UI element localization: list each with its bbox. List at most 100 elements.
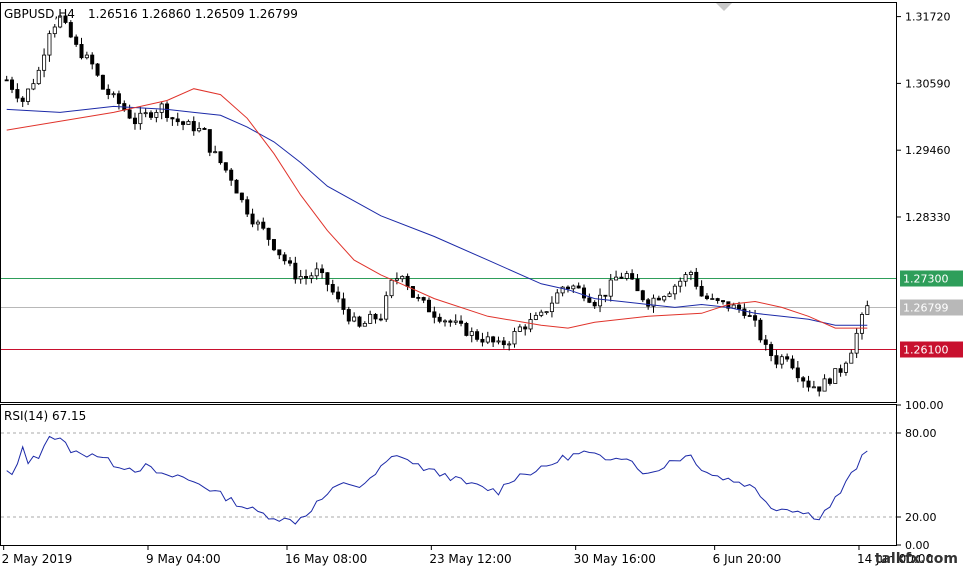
- candle-body: [443, 320, 448, 323]
- candle-body: [753, 315, 758, 321]
- level-tag-label: 1.27300: [903, 273, 949, 286]
- candle-body: [678, 280, 683, 287]
- candle-body: [127, 109, 132, 119]
- candle-body: [453, 320, 458, 323]
- candle-body: [389, 279, 394, 297]
- candle-body: [763, 339, 768, 345]
- time-tick-label: 23 May 12:00: [429, 552, 511, 566]
- candle-body: [619, 276, 624, 279]
- candle-body: [624, 273, 629, 279]
- candle-body: [15, 89, 20, 99]
- candle-body: [207, 129, 212, 153]
- time-tick-label: 6 Jun 20:00: [713, 552, 782, 566]
- candle-body: [36, 69, 41, 85]
- candle-body: [811, 386, 816, 389]
- candle-body: [84, 54, 89, 59]
- candle-body: [795, 367, 800, 379]
- candle-body: [683, 274, 688, 282]
- candle-body: [747, 315, 752, 317]
- candle-body: [31, 83, 36, 90]
- candle-body: [485, 336, 490, 343]
- candle-body: [480, 338, 485, 343]
- candle-body: [603, 294, 608, 297]
- candle-body: [416, 297, 421, 299]
- candle-body: [827, 378, 832, 384]
- candle-body: [90, 54, 95, 65]
- candle-body: [325, 272, 330, 285]
- rsi-tick-label: 20.00: [905, 511, 937, 524]
- candle-body: [229, 169, 234, 181]
- chart-canvas[interactable]: GBPUSD,H4 1.26516 1.26860 1.26509 1.2679…: [0, 0, 965, 569]
- candle-body: [704, 295, 709, 299]
- candle-body: [539, 311, 544, 316]
- candle-body: [154, 112, 159, 118]
- candle-body: [801, 377, 806, 382]
- candle-body: [394, 278, 399, 281]
- candle-body: [491, 336, 496, 343]
- candle-body: [106, 88, 111, 95]
- candle-body: [159, 103, 164, 113]
- candle-body: [587, 297, 592, 303]
- candle-body: [507, 343, 512, 346]
- candle-body: [635, 278, 640, 292]
- candle-body: [165, 103, 170, 119]
- candle-body: [52, 26, 57, 35]
- candle-body: [132, 117, 137, 125]
- candle-body: [100, 74, 105, 90]
- candle-body: [298, 276, 303, 280]
- time-tick-label: 16 May 08:00: [285, 552, 367, 566]
- candle-body: [822, 378, 827, 392]
- candle-body: [523, 326, 528, 330]
- candle-body: [95, 63, 100, 76]
- candle-body: [304, 276, 309, 279]
- candle-body: [293, 262, 298, 280]
- candle-body: [549, 302, 554, 313]
- candle-body: [266, 227, 271, 240]
- price-tick-label: 1.31720: [905, 11, 951, 24]
- candle-body: [341, 298, 346, 310]
- candle-body: [309, 275, 314, 279]
- candle-body: [20, 97, 25, 102]
- candle-body: [859, 314, 864, 334]
- candle-body: [223, 162, 228, 171]
- candle-body: [10, 79, 15, 90]
- candle-body: [544, 311, 549, 314]
- symbol-timeframe: GBPUSD,H4: [4, 7, 75, 21]
- candle-body: [528, 319, 533, 330]
- candle-body: [640, 290, 645, 301]
- candle-body: [400, 275, 405, 280]
- candle-body: [731, 304, 736, 309]
- candle-body: [170, 117, 175, 120]
- trading-chart[interactable]: GBPUSD,H4 1.26516 1.26860 1.26509 1.2679…: [0, 0, 965, 569]
- candle-body: [239, 192, 244, 201]
- candle-body: [368, 313, 373, 324]
- candle-body: [314, 268, 319, 277]
- candle-body: [576, 285, 581, 289]
- candle-body: [555, 292, 560, 304]
- candle-body: [448, 320, 453, 323]
- candle-body: [234, 179, 239, 194]
- chart-background: [0, 0, 965, 569]
- price-tick-label: 1.29460: [905, 144, 951, 157]
- candle-body: [47, 33, 52, 56]
- candle-body: [806, 380, 811, 388]
- candle-body: [459, 320, 464, 324]
- candle-body: [512, 331, 517, 345]
- candle-body: [346, 309, 351, 322]
- candle-body: [742, 308, 747, 316]
- candle-body: [517, 326, 522, 332]
- candle-body: [496, 340, 501, 343]
- time-tick-label: 30 May 16:00: [574, 552, 656, 566]
- candle-body: [352, 316, 357, 322]
- candle-body: [630, 273, 635, 280]
- watermark: talkfx.com: [875, 551, 958, 567]
- candle-body: [469, 331, 474, 336]
- candle-body: [737, 304, 742, 310]
- candle-body: [26, 88, 31, 102]
- candle-body: [656, 297, 661, 301]
- candle-body: [250, 213, 255, 225]
- candle-body: [357, 316, 362, 327]
- candle-body: [646, 299, 651, 307]
- candle-body: [694, 271, 699, 287]
- candle-body: [785, 356, 790, 360]
